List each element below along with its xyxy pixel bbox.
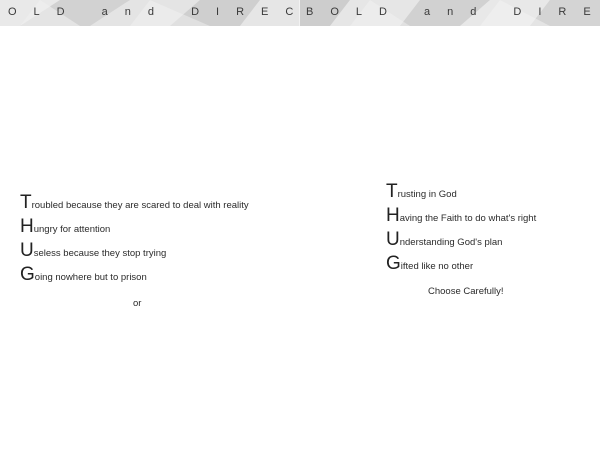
closing-text: Choose Carefully! [428, 286, 504, 297]
header-text-left: OLD and DIRECT [8, 6, 300, 18]
acrostic-line: Hungry for attention [20, 215, 249, 239]
acrostic-line: Trusting in God [386, 180, 536, 204]
acrostic-initial: G [386, 253, 401, 274]
acrostic-text: rusting in God [397, 189, 457, 200]
acrostic-line: Understanding God's plan [386, 228, 536, 252]
acrostic-initial: H [386, 205, 400, 226]
or-text: or [133, 298, 142, 309]
acrostic-text: seless because they stop trying [33, 248, 167, 259]
acrostic-initial: U [20, 240, 34, 261]
header-text-right: BOLD and DIREC [306, 6, 600, 18]
acrostic-initial: H [20, 216, 34, 237]
thug-acrostic-negative: Troubled because they are scared to deal… [20, 191, 249, 287]
acrostic-initial: G [20, 264, 35, 285]
acrostic-text: nderstanding God's plan [399, 237, 503, 248]
header-band-right: BOLD and DIREC [300, 0, 600, 26]
thug-acrostic-positive: Trusting in God Having the Faith to do w… [386, 180, 536, 276]
acrostic-line: Useless because they stop trying [20, 239, 249, 263]
acrostic-initial: T [20, 192, 32, 213]
acrostic-line: Going nowhere but to prison [20, 263, 249, 287]
acrostic-text: roubled because they are scared to deal … [31, 200, 249, 211]
acrostic-text: oing nowhere but to prison [34, 272, 147, 283]
acrostic-text: ungry for attention [33, 224, 111, 235]
acrostic-text: aving the Faith to do what's right [399, 213, 537, 224]
acrostic-line: Having the Faith to do what's right [386, 204, 536, 228]
acrostic-initial: T [386, 181, 398, 202]
acrostic-initial: U [386, 229, 400, 250]
header-band-left: OLD and DIRECT [0, 0, 300, 26]
acrostic-line: Gifted like no other [386, 252, 536, 276]
acrostic-text: ifted like no other [400, 261, 474, 272]
acrostic-line: Troubled because they are scared to deal… [20, 191, 249, 215]
